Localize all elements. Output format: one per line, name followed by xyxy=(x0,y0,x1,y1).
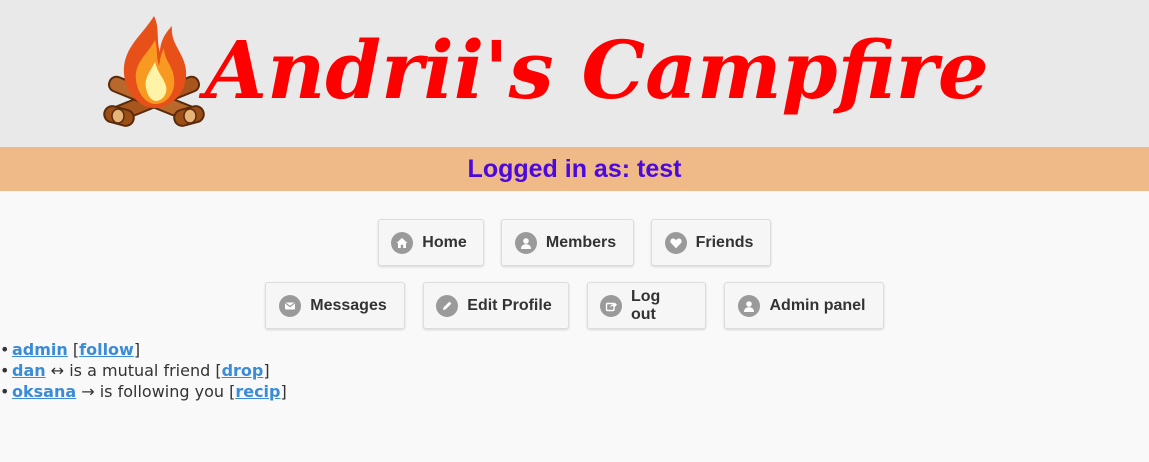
bracket-close: ] xyxy=(133,340,141,359)
admin-panel-button[interactable]: Admin panel xyxy=(724,282,884,329)
nav-row-primary: Home Members Friends xyxy=(0,219,1149,266)
bracket-open: [ xyxy=(224,382,236,401)
logout-button-label: Log out xyxy=(631,287,661,323)
friends-button-label: Friends xyxy=(695,233,754,251)
member-link-oksana[interactable]: oksana xyxy=(12,382,76,401)
bullet: • xyxy=(0,361,10,380)
member-list: • admin [follow] • dan ↔ is a mutual frien… xyxy=(0,339,287,402)
pencil-icon xyxy=(436,294,459,317)
list-item: • dan ↔ is a mutual friend [drop] xyxy=(0,360,287,381)
bullet: • xyxy=(0,382,10,401)
bracket-close: ] xyxy=(280,382,287,401)
nav-row-secondary: Messages Edit Profile Log out Admin pane… xyxy=(0,282,1149,329)
home-button[interactable]: Home xyxy=(378,219,484,266)
follow-link[interactable]: follow xyxy=(79,340,134,359)
recip-link[interactable]: recip xyxy=(235,382,280,401)
member-link-dan[interactable]: dan xyxy=(12,361,46,380)
campfire-icon xyxy=(103,16,205,127)
edit-profile-button[interactable]: Edit Profile xyxy=(423,282,569,329)
admin-panel-button-label: Admin panel xyxy=(769,296,866,314)
member-link-admin[interactable]: admin xyxy=(12,340,68,359)
heart-icon xyxy=(664,231,687,254)
status-bar: Logged in as: test xyxy=(0,147,1149,191)
bracket-open: [ xyxy=(67,340,80,359)
edit-profile-button-label: Edit Profile xyxy=(467,296,552,314)
list-item: • admin [follow] xyxy=(0,339,287,360)
drop-link[interactable]: drop xyxy=(222,361,264,380)
messages-button-label: Messages xyxy=(310,296,387,314)
home-button-label: Home xyxy=(422,233,467,251)
bullet: • xyxy=(0,340,10,359)
list-item: • oksana → is following you [recip] xyxy=(0,381,287,402)
user-icon xyxy=(514,231,537,254)
mail-icon xyxy=(279,294,302,317)
relation-text: ↔ is a mutual friend xyxy=(45,361,211,380)
user-icon xyxy=(738,294,761,317)
friends-button[interactable]: Friends xyxy=(651,219,771,266)
home-icon xyxy=(391,231,414,254)
bracket-open: [ xyxy=(210,361,222,380)
messages-button[interactable]: Messages xyxy=(265,282,405,329)
bracket-close: ] xyxy=(263,361,270,380)
logged-in-status: Logged in as: test xyxy=(467,155,682,183)
relation-text: → is following you xyxy=(76,382,224,401)
members-button-label: Members xyxy=(545,233,617,251)
logout-button[interactable]: Log out xyxy=(587,282,706,329)
members-button[interactable]: Members xyxy=(501,219,634,266)
share-icon xyxy=(600,294,622,317)
site-title: Andrii's Campfire xyxy=(205,23,989,117)
site-header: Andrii's Campfire xyxy=(0,0,1149,147)
